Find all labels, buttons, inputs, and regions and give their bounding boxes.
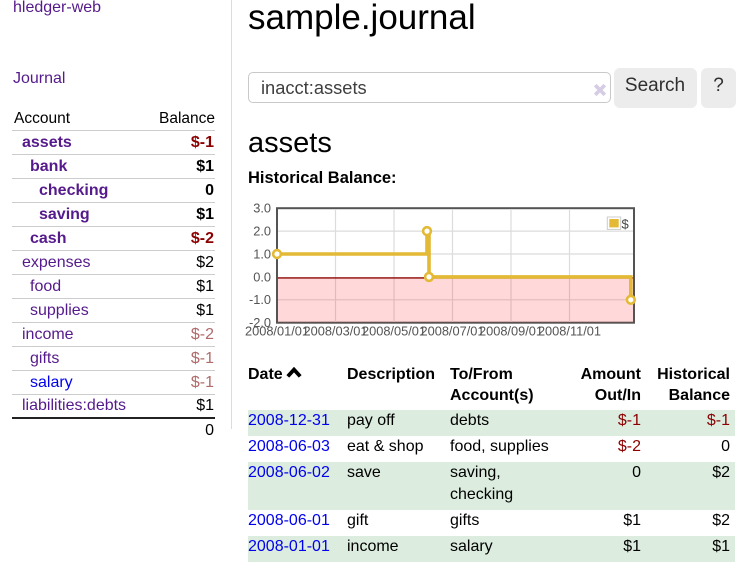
svg-text:2.0: 2.0 [253, 224, 271, 239]
svg-text:2008/09/01: 2008/09/01 [479, 324, 543, 339]
svg-text:3.0: 3.0 [253, 201, 271, 216]
svg-text:2008/07/01: 2008/07/01 [420, 324, 484, 339]
svg-text:-1.0: -1.0 [249, 292, 271, 307]
svg-text:$: $ [622, 217, 630, 232]
svg-text:2008/03/01: 2008/03/01 [303, 324, 367, 339]
svg-text:0.0: 0.0 [253, 269, 271, 284]
svg-text:2008/11/01: 2008/11/01 [538, 324, 601, 339]
svg-text:2008/01/01: 2008/01/01 [245, 324, 309, 339]
svg-text:1.0: 1.0 [253, 246, 271, 261]
svg-text:2008/05/01: 2008/05/01 [362, 324, 426, 339]
